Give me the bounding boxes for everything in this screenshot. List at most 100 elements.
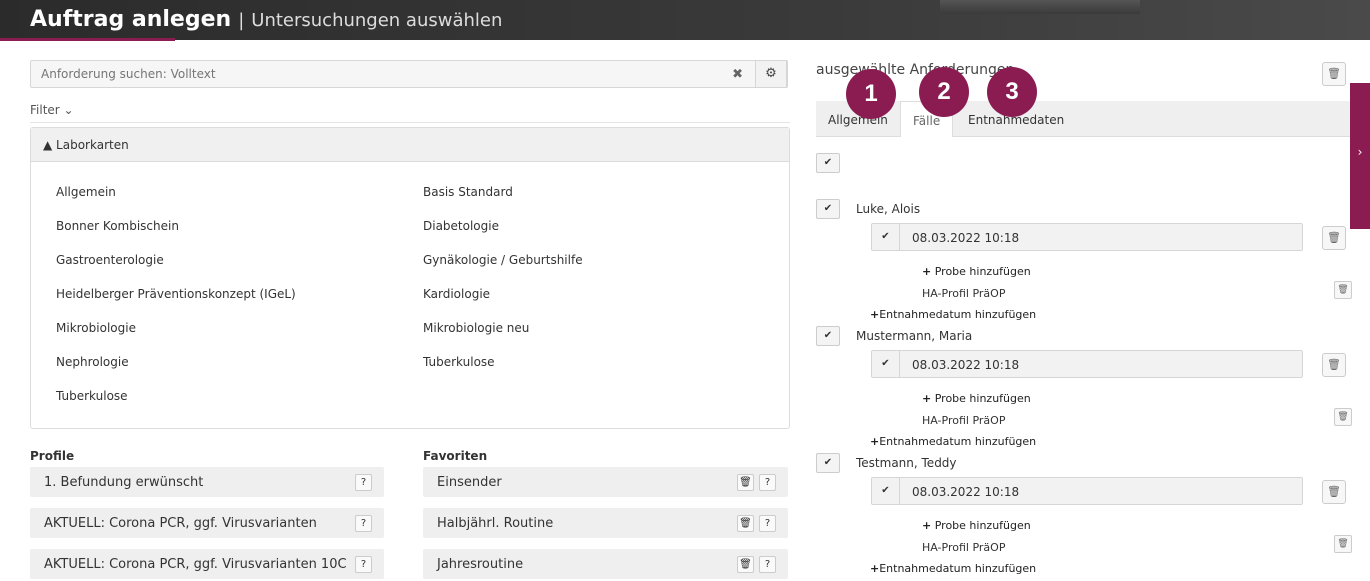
laborkarte-item[interactable]: Heidelberger Präventionskonzept (IGeL) — [56, 287, 296, 301]
gears-icon: ⚙ — [765, 66, 777, 81]
plus-icon: + — [870, 435, 880, 448]
add-sampling-date-link[interactable]: +Entnahmedatum hinzufügen — [870, 435, 1036, 448]
favorite-row[interactable]: Jahresroutine 🗑 ? — [423, 549, 788, 579]
tab-bar: Allgemein Fälle Entnahmedaten — [816, 101, 1356, 137]
add-sample-label: Probe hinzufügen — [934, 265, 1031, 278]
help-icon[interactable]: ? — [759, 515, 776, 532]
laborkarte-item[interactable]: Basis Standard — [423, 185, 513, 199]
delete-date-button[interactable]: 🗑 — [1322, 480, 1346, 504]
favorite-label: Einsender — [437, 475, 502, 490]
laborkarte-item[interactable]: Tuberkulose — [56, 389, 128, 403]
help-icon[interactable]: ? — [355, 515, 372, 532]
plus-icon: + — [870, 308, 880, 321]
favoriten-heading: Favoriten — [423, 449, 488, 463]
profile-label: 1. Befundung erwünscht — [44, 475, 204, 490]
sampling-date: 08.03.2022 10:18 — [912, 485, 1020, 499]
patient-name: Mustermann, Maria — [856, 329, 973, 343]
profile-row[interactable]: AKTUELL: Corona PCR, ggf. Virusvarianten… — [30, 549, 384, 579]
trash-icon[interactable]: 🗑 — [1334, 535, 1352, 553]
laborkarte-item[interactable]: Gastroenterologie — [56, 253, 164, 267]
selected-requirements-heading: ausgewählte Anforderungen — [816, 62, 1015, 78]
plus-icon: + — [922, 265, 932, 278]
page-title: Auftrag anlegen | Untersuchungen auswähl… — [30, 7, 502, 32]
title-separator: | — [238, 10, 245, 31]
trash-icon[interactable]: 🗑 — [1334, 408, 1352, 426]
delete-date-button[interactable]: 🗑 — [1322, 353, 1346, 377]
trash-icon[interactable]: 🗑 — [737, 556, 754, 573]
laborkarte-item[interactable]: Mikrobiologie — [56, 321, 136, 335]
favorite-row[interactable]: Halbjährl. Routine 🗑 ? — [423, 508, 788, 538]
trash-icon: 🗑 — [1327, 67, 1341, 80]
check-icon[interactable]: ✔ — [872, 224, 900, 250]
case-checkbox[interactable]: ✔ — [816, 453, 840, 473]
laborkarte-item[interactable]: Gynäkologie / Geburtshilfe — [423, 253, 583, 267]
help-icon[interactable]: ? — [759, 556, 776, 573]
plus-icon: + — [922, 392, 932, 405]
page-title-main: Auftrag anlegen — [30, 7, 232, 32]
patient-name: Luke, Alois — [856, 202, 921, 216]
chevron-right-icon: › — [1357, 145, 1363, 159]
laborkarte-item[interactable]: Tuberkulose — [423, 355, 495, 369]
profile-heading: Profile — [30, 449, 75, 463]
trash-icon: 🗑 — [1327, 231, 1341, 244]
filter-toggle[interactable]: Filter ⌄ — [30, 103, 74, 117]
profile-row[interactable]: AKTUELL: Corona PCR, ggf. Virusvarianten… — [30, 508, 384, 538]
sampling-date-field[interactable]: ✔ 08.03.2022 10:18 — [871, 477, 1303, 505]
add-sampling-date-label: Entnahmedatum hinzufügen — [879, 308, 1037, 321]
select-all-checkbox[interactable]: ✔ — [816, 153, 840, 173]
page-subtitle: Untersuchungen auswählen — [251, 10, 503, 31]
help-icon[interactable]: ? — [355, 556, 372, 573]
add-sampling-date-link[interactable]: +Entnahmedatum hinzufügen — [870, 308, 1036, 321]
delete-date-button[interactable]: 🗑 — [1322, 226, 1346, 250]
case-checkbox[interactable]: ✔ — [816, 199, 840, 219]
plus-icon: + — [922, 519, 932, 532]
laborkarte-item[interactable]: Mikrobiologie neu — [423, 321, 529, 335]
trash-icon[interactable]: 🗑 — [1334, 281, 1352, 299]
callout-badge-1: 1 — [846, 69, 896, 119]
sample-profile: HA-Profil PräOP — [922, 414, 1006, 427]
callout-badge-2: 2 — [919, 67, 969, 117]
title-accent-underline — [0, 38, 175, 41]
trash-icon[interactable]: 🗑 — [737, 474, 754, 491]
add-sample-link[interactable]: + Probe hinzufügen — [922, 392, 1031, 405]
trash-icon[interactable]: 🗑 — [737, 515, 754, 532]
clear-search-icon[interactable]: ✖ — [732, 67, 743, 82]
top-header-bar: Auftrag anlegen | Untersuchungen auswähl… — [0, 0, 1370, 41]
sampling-date-field[interactable]: ✔ 08.03.2022 10:18 — [871, 223, 1303, 251]
help-icon[interactable]: ? — [355, 474, 372, 491]
laborkarte-item[interactable]: Nephrologie — [56, 355, 129, 369]
plus-icon: + — [870, 562, 880, 575]
trash-icon: 🗑 — [1327, 485, 1341, 498]
add-sampling-date-link[interactable]: +Entnahmedatum hinzufügen — [870, 562, 1036, 575]
add-sample-link[interactable]: + Probe hinzufügen — [922, 265, 1031, 278]
laborkarten-panel: ▲ Laborkarten Allgemein Bonner Kombische… — [30, 127, 790, 429]
laborkarte-item[interactable]: Diabetologie — [423, 219, 499, 233]
laborkarten-header[interactable]: ▲ Laborkarten — [31, 128, 789, 162]
divider — [30, 122, 790, 123]
help-icon[interactable]: ? — [759, 474, 776, 491]
check-icon[interactable]: ✔ — [872, 478, 900, 504]
favorite-row[interactable]: Einsender 🗑 ? — [423, 467, 788, 497]
laborkarte-item[interactable]: Allgemein — [56, 185, 116, 199]
check-icon[interactable]: ✔ — [872, 351, 900, 377]
search-settings-button[interactable]: ⚙ — [755, 60, 787, 88]
profile-row[interactable]: 1. Befundung erwünscht ? — [30, 467, 384, 497]
laborkarte-item[interactable]: Bonner Kombischein — [56, 219, 179, 233]
favorite-label: Jahresroutine — [437, 557, 524, 572]
delete-all-button[interactable]: 🗑 — [1322, 62, 1346, 86]
header-highlight — [940, 0, 1140, 14]
sampling-date: 08.03.2022 10:18 — [912, 358, 1020, 372]
profile-label: AKTUELL: Corona PCR, ggf. Virusvarianten… — [44, 557, 347, 572]
sample-profile: HA-Profil PräOP — [922, 541, 1006, 554]
add-sample-link[interactable]: + Probe hinzufügen — [922, 519, 1031, 532]
add-sample-label: Probe hinzufügen — [934, 519, 1031, 532]
sampling-date-field[interactable]: ✔ 08.03.2022 10:18 — [871, 350, 1303, 378]
laborkarte-item[interactable]: Kardiologie — [423, 287, 490, 301]
add-sampling-date-label: Entnahmedatum hinzufügen — [879, 562, 1037, 575]
search-input[interactable] — [31, 61, 711, 87]
add-sample-label: Probe hinzufügen — [934, 392, 1031, 405]
case-checkbox[interactable]: ✔ — [816, 326, 840, 346]
side-panel-toggle[interactable]: › — [1350, 83, 1370, 229]
trash-icon: 🗑 — [1327, 358, 1341, 371]
add-sampling-date-label: Entnahmedatum hinzufügen — [879, 435, 1037, 448]
